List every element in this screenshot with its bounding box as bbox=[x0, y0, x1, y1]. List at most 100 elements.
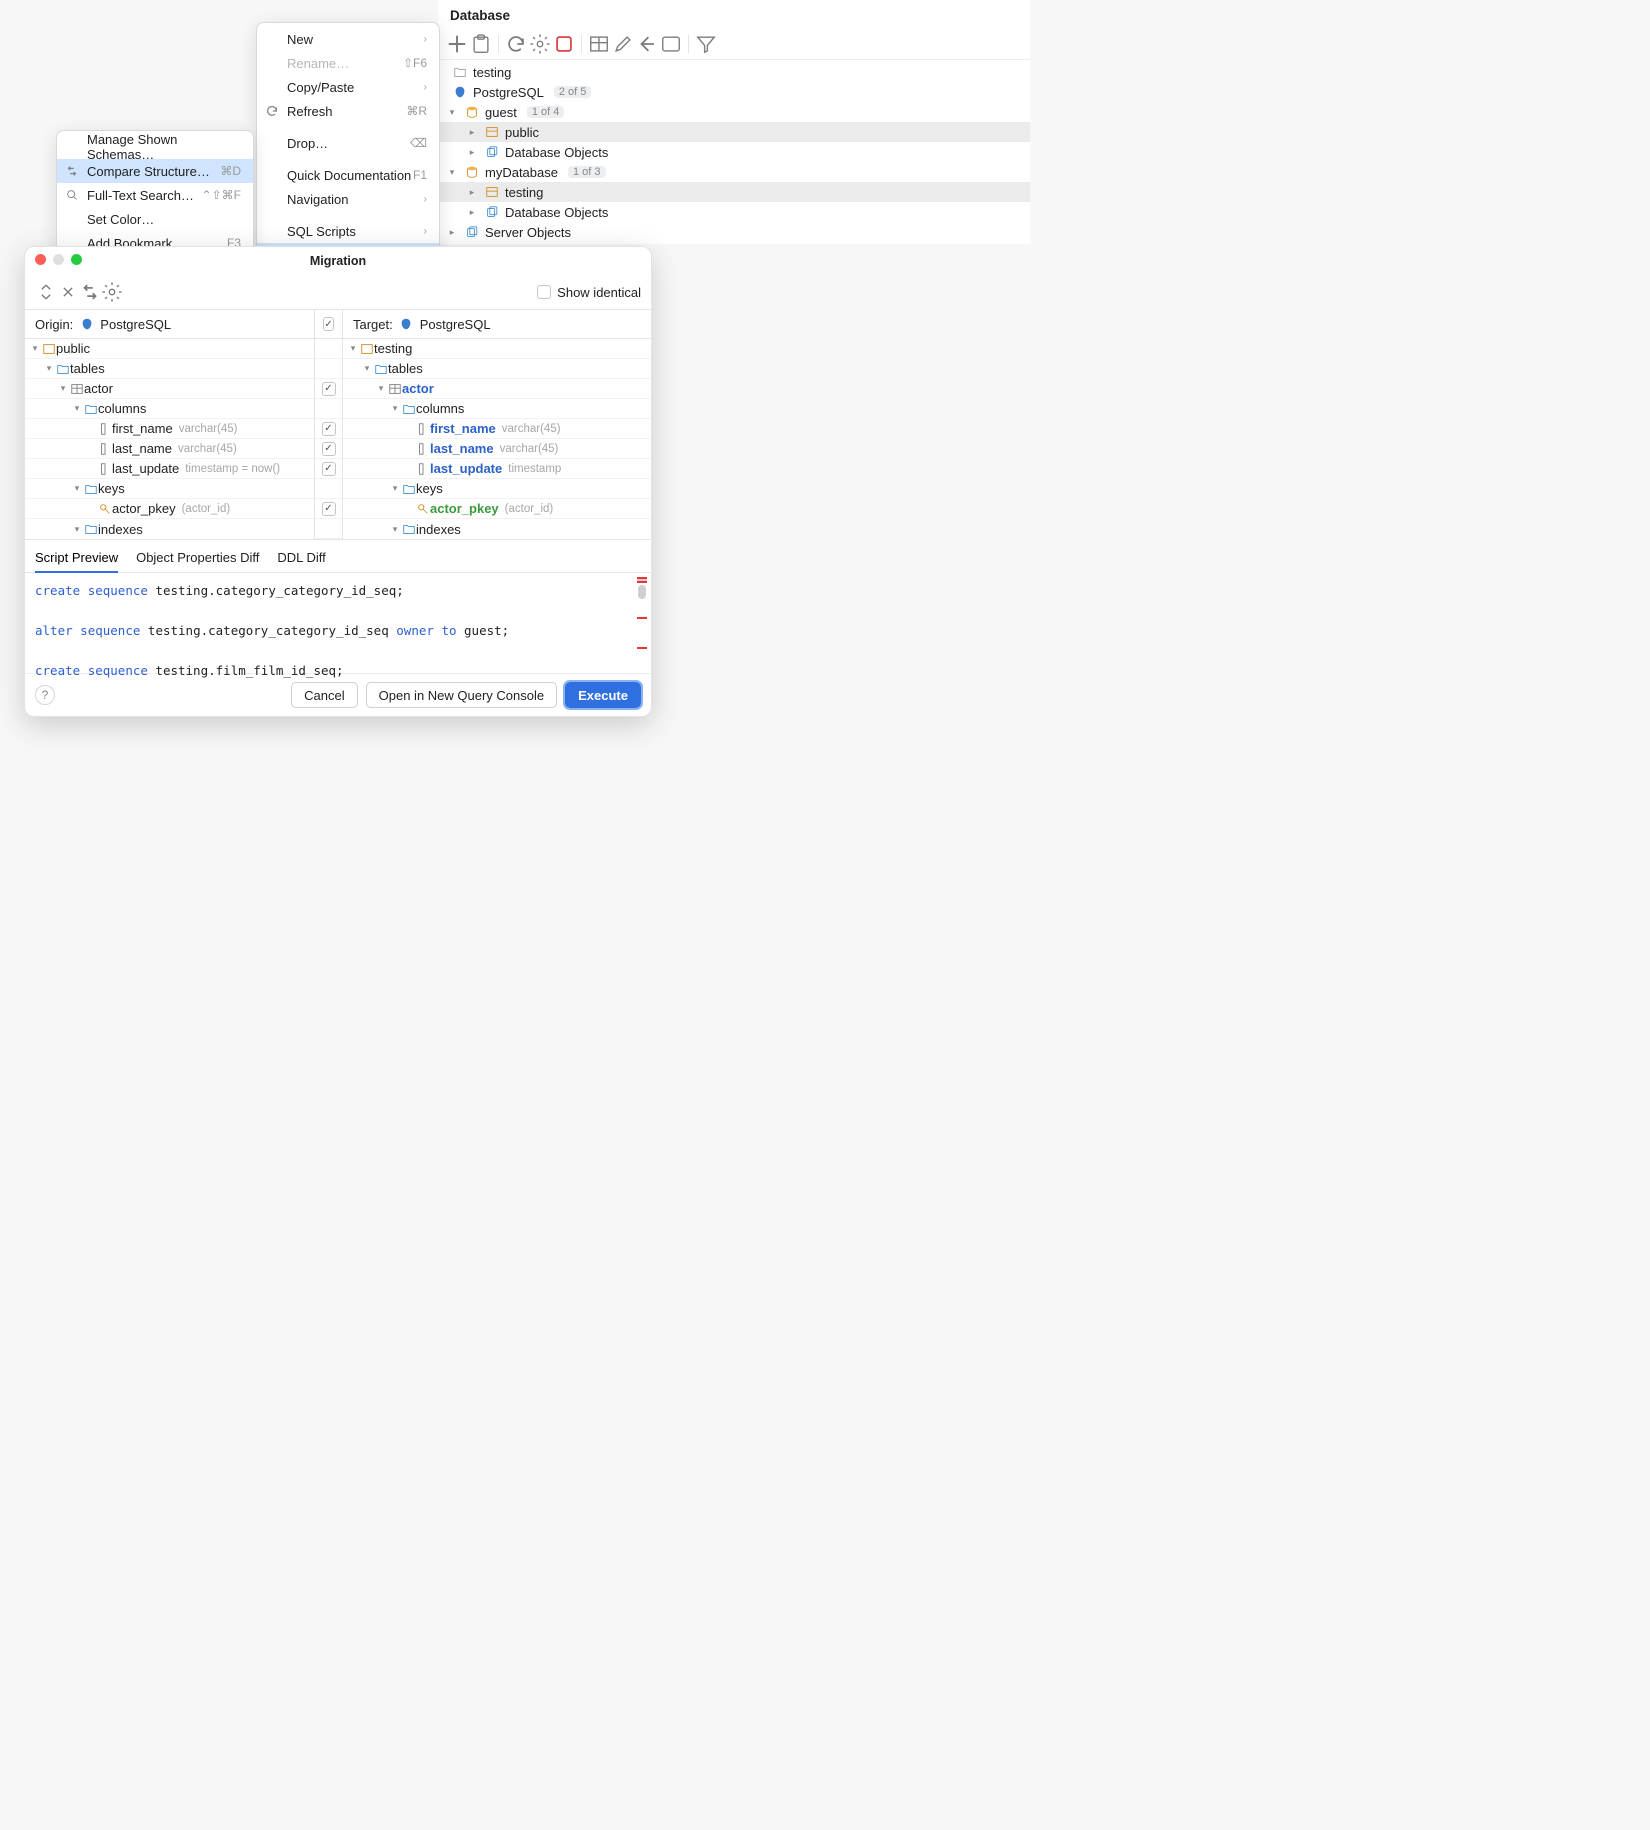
menu-item-quick-doc[interactable]: Quick DocumentationF1 bbox=[257, 163, 439, 187]
tree-node-database-objects[interactable]: ▸ Database Objects bbox=[438, 142, 1030, 162]
tab-ddl-diff[interactable]: DDL Diff bbox=[277, 546, 325, 572]
chevron-down-icon[interactable]: ▾ bbox=[361, 363, 373, 375]
tree-node-testing[interactable]: testing bbox=[438, 62, 1030, 82]
settings-icon[interactable] bbox=[101, 281, 123, 303]
tree-node-postgresql[interactable]: PostgreSQL 2 of 5 bbox=[438, 82, 1030, 102]
menu-label: Set Color… bbox=[87, 212, 154, 227]
chevron-right-icon: › bbox=[424, 226, 427, 237]
tree-label: actor bbox=[402, 381, 434, 396]
code-line bbox=[35, 601, 633, 621]
edit-icon[interactable] bbox=[612, 33, 634, 55]
chevron-down-icon[interactable]: ▾ bbox=[389, 403, 401, 415]
table-icon bbox=[387, 381, 402, 396]
chevron-right-icon[interactable]: ▸ bbox=[466, 146, 478, 158]
menu-item-refresh[interactable]: Refresh⌘R bbox=[257, 99, 439, 123]
folder-icon bbox=[373, 361, 388, 376]
menu-item-sql-scripts[interactable]: SQL Scripts› bbox=[257, 219, 439, 243]
diff-body: ▾public ▾tables ▾actor ▾columns first_na… bbox=[25, 339, 651, 540]
close-icon[interactable] bbox=[35, 254, 46, 265]
show-identical-checkbox[interactable] bbox=[537, 285, 551, 299]
chevron-down-icon[interactable]: ▾ bbox=[446, 106, 458, 118]
chevron-right-icon[interactable]: ▸ bbox=[466, 126, 478, 138]
menu-shortcut: ⌘R bbox=[406, 104, 427, 118]
menu-item-compare-structure[interactable]: Compare Structure…⌘D bbox=[57, 159, 253, 183]
script-preview-editor[interactable]: create sequence testing.category_categor… bbox=[25, 573, 651, 673]
folder-icon bbox=[401, 481, 416, 496]
chevron-down-icon[interactable]: ▾ bbox=[57, 383, 69, 395]
tab-object-properties-diff[interactable]: Object Properties Diff bbox=[136, 546, 259, 572]
schema-icon bbox=[484, 125, 499, 140]
chevron-right-icon[interactable]: ▸ bbox=[466, 206, 478, 218]
expand-icon[interactable] bbox=[35, 281, 57, 303]
tree-node-database-objects[interactable]: ▸ Database Objects bbox=[438, 202, 1030, 222]
search-icon bbox=[65, 188, 79, 202]
folder-icon bbox=[55, 361, 70, 376]
origin-db: PostgreSQL bbox=[100, 317, 171, 332]
traffic-lights[interactable] bbox=[35, 254, 82, 265]
help-button[interactable]: ? bbox=[35, 685, 55, 705]
clipboard-icon[interactable] bbox=[470, 33, 492, 55]
chevron-down-icon[interactable]: ▾ bbox=[29, 343, 41, 355]
menu-item-fulltext-search[interactable]: Full-Text Search…⌃⇧⌘F bbox=[57, 183, 253, 207]
collapse-icon[interactable] bbox=[57, 281, 79, 303]
row-checkbox[interactable] bbox=[322, 462, 336, 476]
menu-item-navigation[interactable]: Navigation› bbox=[257, 187, 439, 211]
chevron-down-icon[interactable]: ▾ bbox=[71, 483, 83, 495]
chevron-down-icon[interactable]: ▾ bbox=[389, 483, 401, 495]
maximize-icon[interactable] bbox=[71, 254, 82, 265]
execute-button[interactable]: Execute bbox=[565, 682, 641, 708]
chevron-down-icon[interactable]: ▾ bbox=[347, 343, 359, 355]
cancel-button[interactable]: Cancel bbox=[291, 682, 357, 708]
menu-item-copy-paste[interactable]: Copy/Paste› bbox=[257, 75, 439, 99]
row-checkbox[interactable] bbox=[322, 442, 336, 456]
gear-icon[interactable] bbox=[529, 33, 551, 55]
column-icon bbox=[415, 441, 430, 456]
chevron-down-icon[interactable]: ▾ bbox=[446, 166, 458, 178]
scrollbar-markers[interactable] bbox=[637, 577, 647, 665]
select-all-checkbox[interactable] bbox=[323, 317, 333, 331]
filter-icon[interactable] bbox=[695, 33, 717, 55]
jump-icon[interactable] bbox=[636, 33, 658, 55]
chevron-down-icon[interactable]: ▾ bbox=[389, 523, 401, 535]
target-tree[interactable]: ▾testing ▾tables ▾actor ▾columns first_n… bbox=[343, 339, 651, 539]
tree-label: keys bbox=[98, 481, 125, 496]
menu-item-set-color[interactable]: Set Color… bbox=[57, 207, 253, 231]
row-checkbox[interactable] bbox=[322, 502, 336, 516]
tree-node-testing-schema[interactable]: ▸ testing bbox=[438, 182, 1030, 202]
chevron-right-icon[interactable]: ▸ bbox=[446, 226, 458, 238]
tree-node-public[interactable]: ▸ public bbox=[438, 122, 1030, 142]
menu-item-manage-schemas[interactable]: Manage Shown Schemas… bbox=[57, 135, 253, 159]
row-checkbox[interactable] bbox=[322, 422, 336, 436]
row-checkbox[interactable] bbox=[322, 382, 336, 396]
menu-item-new[interactable]: New› bbox=[257, 27, 439, 51]
tree-node-mydatabase[interactable]: ▾ myDatabase 1 of 3 bbox=[438, 162, 1030, 182]
tree-node-server-objects[interactable]: ▸ Server Objects bbox=[438, 222, 1030, 242]
origin-tree[interactable]: ▾public ▾tables ▾actor ▾columns first_na… bbox=[25, 339, 315, 539]
column-type: varchar(45) bbox=[502, 423, 561, 435]
database-panel: Database testing PostgreSQL 2 of 5 ▾ bbox=[438, 0, 1030, 244]
chevron-down-icon[interactable]: ▾ bbox=[375, 383, 387, 395]
refresh-icon[interactable] bbox=[505, 33, 527, 55]
key-name: actor_pkey bbox=[430, 501, 499, 516]
menu-label: Quick Documentation bbox=[287, 168, 411, 183]
chevron-down-icon[interactable]: ▾ bbox=[43, 363, 55, 375]
swap-icon[interactable] bbox=[79, 281, 101, 303]
column-type: varchar(45) bbox=[178, 443, 237, 455]
database-tree[interactable]: testing PostgreSQL 2 of 5 ▾ guest 1 of 4… bbox=[438, 60, 1030, 244]
refresh-icon bbox=[265, 104, 279, 118]
open-console-button[interactable]: Open in New Query Console bbox=[366, 682, 557, 708]
tree-label: columns bbox=[98, 401, 146, 416]
stop-icon[interactable] bbox=[553, 33, 575, 55]
chevron-down-icon[interactable]: ▾ bbox=[71, 403, 83, 415]
menu-shortcut: ⌃⇧⌘F bbox=[202, 188, 241, 202]
button-label: Execute bbox=[578, 688, 628, 703]
chevron-down-icon[interactable]: ▾ bbox=[71, 523, 83, 535]
tree-label: actor bbox=[84, 381, 113, 396]
table-icon[interactable] bbox=[588, 33, 610, 55]
menu-item-drop[interactable]: Drop…⌫ bbox=[257, 131, 439, 155]
plus-icon[interactable] bbox=[446, 33, 468, 55]
view-icon[interactable] bbox=[660, 33, 682, 55]
tree-node-guest[interactable]: ▾ guest 1 of 4 bbox=[438, 102, 1030, 122]
tab-script-preview[interactable]: Script Preview bbox=[35, 546, 118, 573]
chevron-right-icon[interactable]: ▸ bbox=[466, 186, 478, 198]
